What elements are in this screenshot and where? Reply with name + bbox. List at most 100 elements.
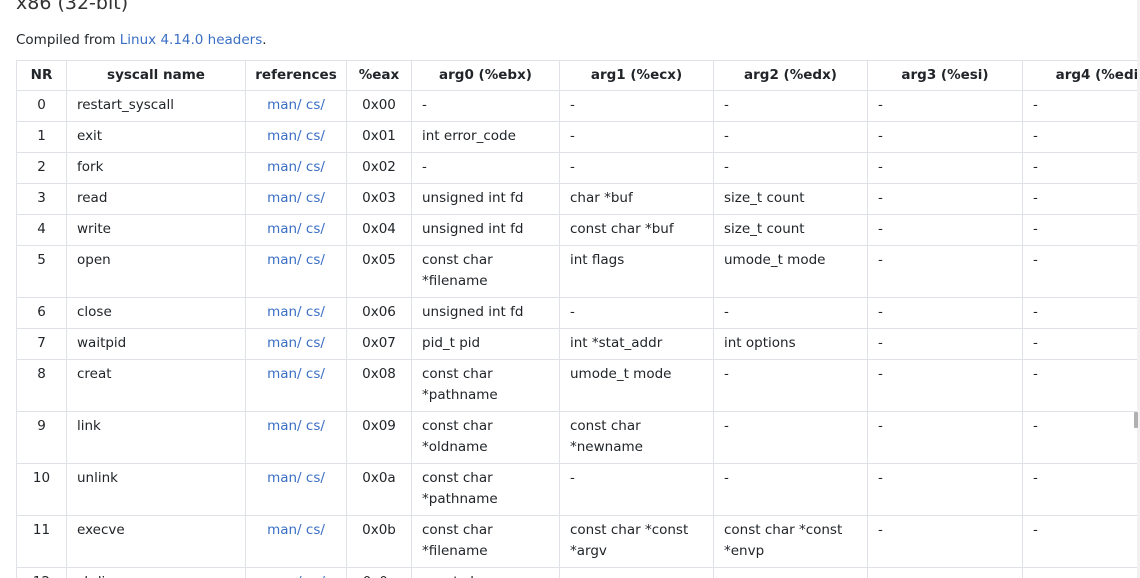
man-link[interactable]: man/ [267,522,302,538]
cell-arg1-line: int flags [570,252,625,268]
man-link[interactable]: man/ [267,418,302,434]
col-header-arg2: arg2 (%edx) [713,60,868,91]
cell-nr: 11 [16,515,67,568]
cs-link[interactable]: cs/ [306,335,325,351]
arg4-value: - [1033,574,1038,578]
cell-arg1: int *stat_addr [559,328,714,360]
cell-nr: 12 [16,567,67,578]
cell-eax: 0x08 [346,359,412,412]
cell-arg1-line: const char *const [570,522,689,538]
cell-syscall-name: link [66,411,246,464]
cell-arg1-line: - [570,574,575,578]
cs-link[interactable]: cs/ [306,190,325,206]
cell-arg0: const char *pathname [411,463,560,516]
cell-arg4: - [1022,328,1140,360]
cell-arg1: umode_t mode [559,359,714,412]
eax-value: 0x02 [362,159,396,175]
linux-headers-link[interactable]: Linux 4.14.0 headers [120,32,263,48]
arg3-value: - [878,418,883,434]
nr-value: 1 [37,128,46,144]
man-link[interactable]: man/ [267,366,302,382]
cell-arg2-line: size_t count [724,190,805,206]
cs-link[interactable]: cs/ [306,97,325,113]
cell-arg1: const char *newname [559,411,714,464]
man-link[interactable]: man/ [267,574,302,578]
arg3-value: - [878,366,883,382]
man-link[interactable]: man/ [267,252,302,268]
arg3-value: - [878,97,883,113]
cell-arg1-line: int *stat_addr [570,335,663,351]
man-link[interactable]: man/ [267,221,302,237]
cell-arg0: const char *filename [411,245,560,298]
table-row: 4 write man/ cs/0x04 unsigned int fd const c… [16,214,1140,246]
eax-value: 0x08 [362,366,396,382]
cell-arg4: - [1022,297,1140,329]
cell-syscall-name: restart_syscall [66,90,246,122]
man-link[interactable]: man/ [267,159,302,175]
arg4-value: - [1033,221,1038,237]
cell-syscall-name: open [66,245,246,298]
cell-syscall-name: exit [66,121,246,153]
arg4-value: - [1033,522,1038,538]
cell-arg0-line: pid_t pid [422,335,481,351]
cs-link[interactable]: cs/ [306,574,325,578]
eax-value: 0x0b [362,522,396,538]
cs-link[interactable]: cs/ [306,221,325,237]
cell-references: man/ cs/ [245,245,347,298]
cell-nr: 8 [16,359,67,412]
cell-syscall-name: waitpid [66,328,246,360]
cell-references: man/ cs/ [245,183,347,215]
cs-link[interactable]: cs/ [306,159,325,175]
cs-link[interactable]: cs/ [306,470,325,486]
cell-nr: 0 [16,90,67,122]
nr-value: 12 [33,574,50,578]
cell-arg1-line: const char [570,418,641,434]
cell-arg4: - [1022,359,1140,412]
compiled-prefix: Compiled from [16,32,120,48]
scrollbar-thumb[interactable] [1134,412,1138,428]
eax-value: 0x01 [362,128,396,144]
cs-link[interactable]: cs/ [306,252,325,268]
cell-eax: 0x07 [346,328,412,360]
table-row: 7 waitpid man/ cs/0x07 pid_t pid int *stat_a… [16,328,1140,360]
cell-arg4: - [1022,463,1140,516]
cell-arg2: umode_t mode [713,245,868,298]
man-link[interactable]: man/ [267,470,302,486]
cell-arg0-line: - [422,97,427,113]
cell-arg0: const char [411,567,560,578]
cs-link[interactable]: cs/ [306,128,325,144]
cell-arg1: int flags [559,245,714,298]
cell-arg2: - [713,152,868,184]
syscall-name: read [77,190,108,206]
cell-arg3: - [867,90,1023,122]
man-link[interactable]: man/ [267,128,302,144]
cs-link[interactable]: cs/ [306,418,325,434]
cell-references: man/ cs/ [245,121,347,153]
cell-arg1-line: - [570,470,575,486]
cell-arg0-line: int error_code [422,128,516,144]
cell-arg2: - [713,90,868,122]
col-header-arg4: arg4 (%edi) [1022,60,1140,91]
arg3-value: - [878,304,883,320]
cs-link[interactable]: cs/ [306,304,325,320]
cell-arg2-line: - [724,304,729,320]
eax-value: 0x0c [363,574,396,578]
cell-arg1-line: *newname [570,439,643,455]
cell-eax: 0x0c [346,567,412,578]
cell-arg1-line: - [570,128,575,144]
syscall-name: unlink [77,470,118,486]
arg4-value: - [1033,470,1038,486]
cell-arg2-line: - [724,418,729,434]
cell-eax: 0x02 [346,152,412,184]
cell-arg2: const char *const *envp [713,515,868,568]
arg3-value: - [878,221,883,237]
cell-arg0-line: - [422,159,427,175]
man-link[interactable]: man/ [267,335,302,351]
cs-link[interactable]: cs/ [306,522,325,538]
cell-arg4: - [1022,567,1140,578]
man-link[interactable]: man/ [267,97,302,113]
cell-arg2-line: size_t count [724,221,805,237]
cs-link[interactable]: cs/ [306,366,325,382]
man-link[interactable]: man/ [267,304,302,320]
man-link[interactable]: man/ [267,190,302,206]
